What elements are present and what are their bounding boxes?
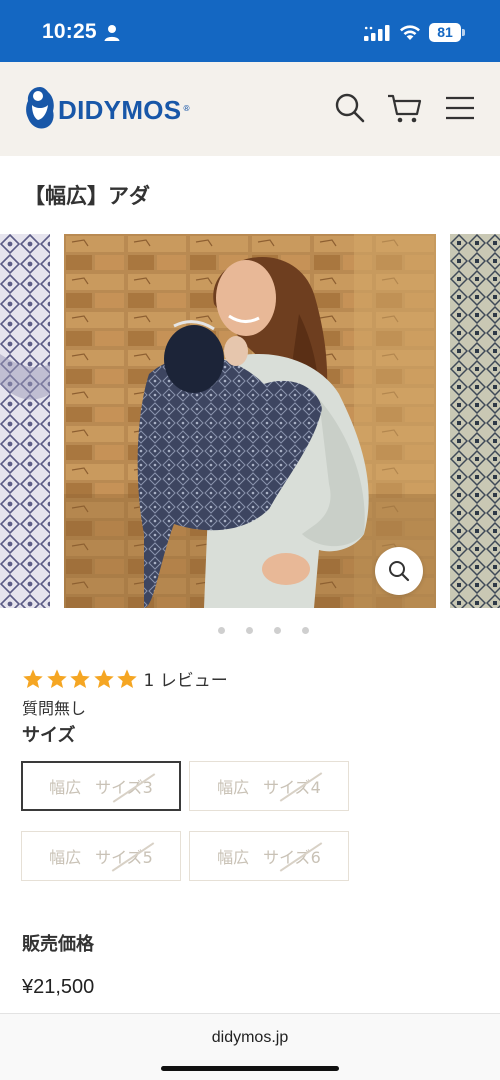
gallery-dot[interactable] [245, 627, 253, 634]
battery-indicator: 81 [429, 23, 465, 42]
product-title: 【幅広】アダ [24, 184, 150, 208]
status-bar: 10:25 81 [0, 0, 500, 62]
logo-text: DIDYMOS [58, 94, 182, 125]
gallery-dot[interactable] [273, 627, 281, 634]
review-count-link[interactable]: 1 レビュー [144, 666, 228, 691]
size-option-3[interactable]: 幅広 サイズ3 [21, 761, 181, 811]
didymos-logo[interactable]: DIDYMOS ® [24, 84, 190, 132]
didymos-logo-mark-icon [26, 87, 54, 129]
logo-registered-mark: ® [182, 103, 191, 113]
star-icon [93, 668, 114, 688]
star-icon [70, 668, 90, 688]
battery-level: 81 [429, 23, 461, 42]
size-option-6[interactable]: 幅広 サイズ6 [189, 831, 349, 881]
size-option-prefix: 幅広 [217, 848, 250, 867]
gallery-slide-previous[interactable] [0, 234, 50, 608]
price-value: ¥21,500 [22, 976, 95, 998]
gallery-slide-main-photo[interactable] [64, 234, 436, 608]
size-option-4[interactable]: 幅広 サイズ4 [189, 761, 349, 811]
star-icon [23, 668, 43, 688]
size-option-prefix: 幅広 [49, 778, 82, 797]
search-icon[interactable] [334, 92, 366, 124]
cellular-signal-icon [364, 25, 390, 41]
gallery-pagination-dots [0, 627, 500, 637]
url-text[interactable]: didymos.jp [0, 1029, 500, 1047]
gallery-dot[interactable] [301, 627, 309, 634]
qa-link[interactable]: 質問無し [22, 695, 86, 719]
size-option-5[interactable]: 幅広 サイズ5 [21, 831, 181, 881]
person-icon [104, 25, 120, 41]
zoom-magnifier-icon [389, 561, 410, 582]
product-image-gallery[interactable] [0, 234, 500, 608]
cart-icon[interactable] [387, 92, 423, 124]
price-label: 販売価格 [22, 934, 94, 955]
size-heading: サイズ [22, 725, 76, 746]
size-option-prefix: 幅広 [49, 848, 82, 867]
site-header: DIDYMOS ® [0, 62, 500, 156]
product-rating[interactable]: 1 レビュー [22, 666, 228, 691]
size-option-prefix: 幅広 [217, 778, 250, 797]
wifi-icon [400, 25, 420, 40]
star-icon [117, 668, 137, 688]
gallery-dot[interactable] [217, 627, 225, 634]
menu-icon[interactable] [444, 92, 476, 124]
zoom-button[interactable] [375, 547, 423, 595]
gallery-slide-next[interactable] [450, 234, 500, 608]
browser-address-bar[interactable]: didymos.jp [0, 1013, 500, 1080]
battery-tip [462, 29, 465, 36]
home-indicator[interactable] [161, 1066, 339, 1071]
star-icon [46, 668, 67, 688]
status-time: 10:25 [42, 20, 97, 43]
